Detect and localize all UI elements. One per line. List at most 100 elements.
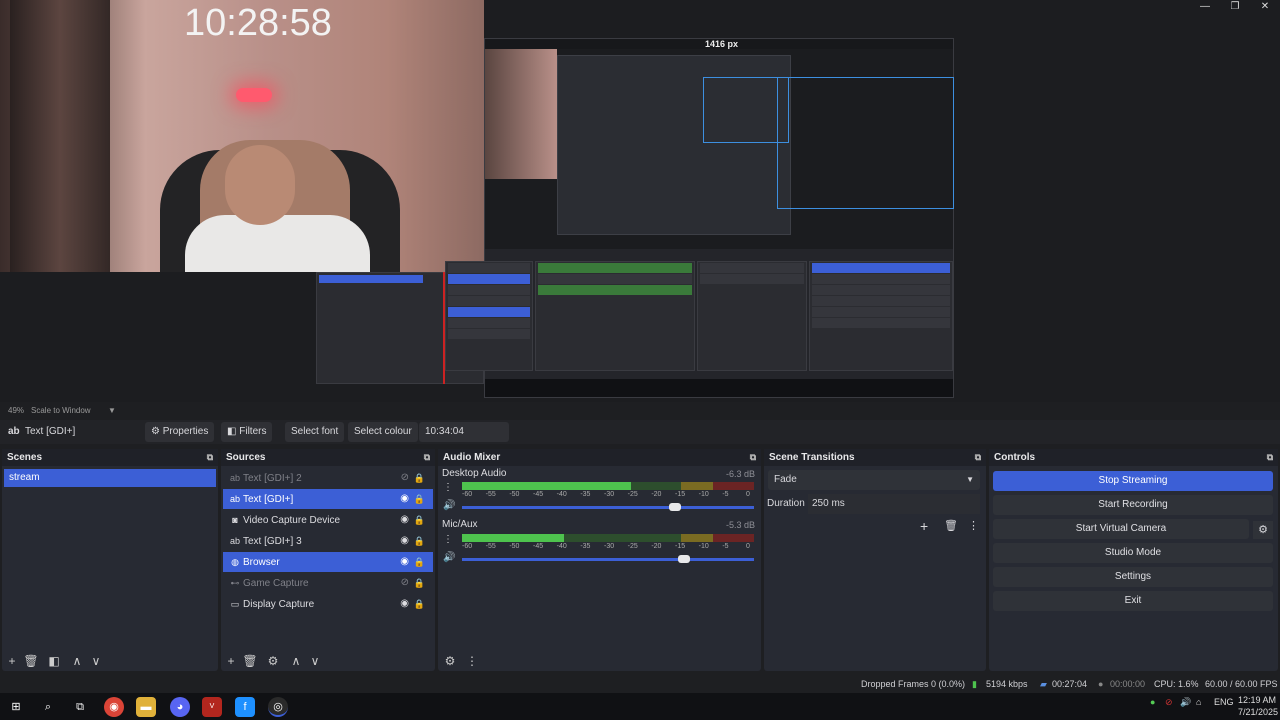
text-value-field[interactable]: 10:34:04 xyxy=(419,422,509,442)
source-item[interactable]: ▭ Display Capture ◉ 🔒 xyxy=(223,594,433,614)
task-view-icon[interactable]: ⧉ xyxy=(70,697,90,717)
close-button[interactable]: ✕ xyxy=(1250,0,1280,14)
trash-icon[interactable]: 🗑 xyxy=(242,653,258,669)
clock-time[interactable]: 12:19 AM xyxy=(1238,695,1276,705)
properties-button[interactable]: ⚙ Properties xyxy=(145,422,215,442)
kebab-menu-icon[interactable]: ⋮ xyxy=(443,482,453,493)
maximize-button[interactable]: ❐ xyxy=(1220,0,1250,14)
popout-icon[interactable]: ⧉ xyxy=(747,451,759,463)
signal-icon: ▮ xyxy=(972,679,977,689)
shield-icon[interactable]: ● xyxy=(1150,697,1155,707)
volume-icon[interactable]: 🔊 xyxy=(443,552,455,563)
meter-tick-label: -35 xyxy=(580,491,591,498)
nested-transitions-dock xyxy=(697,261,807,371)
volume-slider[interactable] xyxy=(462,555,754,563)
source-item[interactable]: ab Text [GDI+] 3 ◉ 🔒 xyxy=(223,531,433,551)
filters-button[interactable]: ◧ Filters xyxy=(221,422,273,442)
gear-icon[interactable]: ⚙ xyxy=(1253,521,1273,539)
popout-icon[interactable]: ⧉ xyxy=(1264,451,1276,463)
scenes-dock: Scenes ⧉ stream + 🗑 ◧ ∧ ∨ xyxy=(2,449,218,671)
exit-button[interactable]: Exit xyxy=(993,591,1273,611)
voicemeeter-icon[interactable]: V xyxy=(202,697,222,717)
text-icon: ab xyxy=(229,536,240,546)
lock-icon[interactable]: 🔒 xyxy=(414,468,425,488)
popout-icon[interactable]: ⧉ xyxy=(972,451,984,463)
f-app-icon[interactable]: f xyxy=(235,697,255,717)
lock-icon[interactable]: 🔒 xyxy=(414,510,425,530)
discord-icon[interactable]: ◕ xyxy=(170,697,190,717)
eye-icon[interactable]: ◉ xyxy=(400,489,409,509)
hidden-eye-icon[interactable]: ⊘ xyxy=(401,468,409,488)
transition-select[interactable]: Fade ▼ xyxy=(768,470,980,490)
zoom-mode-select[interactable]: Scale to Window xyxy=(31,406,91,415)
kebab-menu-icon[interactable]: ⋮ xyxy=(464,653,480,669)
volume-icon[interactable]: 🔊 xyxy=(1180,697,1191,708)
lock-icon[interactable]: 🔒 xyxy=(414,552,425,572)
volume-icon[interactable]: 🔊 xyxy=(443,500,455,511)
move-up-icon[interactable]: ∧ xyxy=(69,653,85,669)
gear-icon[interactable]: ⚙ xyxy=(442,653,458,669)
duration-field[interactable]: 250 ms xyxy=(808,494,980,514)
add-scene-icon[interactable]: + xyxy=(4,653,20,669)
source-item[interactable]: ◙ Video Capture Device ◉ 🔒 xyxy=(223,510,433,530)
obs-icon[interactable]: ◎ xyxy=(268,697,288,717)
settings-button[interactable]: Settings xyxy=(993,567,1273,587)
volume-slider-knob[interactable] xyxy=(669,503,682,511)
volume-slider[interactable] xyxy=(462,503,754,511)
lock-icon[interactable]: 🔒 xyxy=(414,594,425,614)
kebab-menu-icon[interactable]: ⋮ xyxy=(968,519,979,532)
select-font-button[interactable]: Select font xyxy=(285,422,345,442)
network-icon[interactable]: ⌂ xyxy=(1196,697,1201,707)
language-indicator[interactable]: ENG xyxy=(1214,697,1234,707)
preview-canvas[interactable]: 10:28:58 1416 px xyxy=(0,0,1280,402)
nested-sources-dock xyxy=(445,261,533,371)
streamer-head xyxy=(225,145,295,225)
hidden-eye-icon[interactable]: ⊘ xyxy=(401,573,409,593)
file-explorer-icon[interactable]: ▬ xyxy=(136,697,156,717)
windows-start-icon[interactable]: ⊞ xyxy=(6,697,26,717)
move-down-icon[interactable]: ∨ xyxy=(307,653,323,669)
lock-icon[interactable]: 🔒 xyxy=(414,531,425,551)
eye-icon[interactable]: ◉ xyxy=(400,594,409,614)
chevron-down-icon[interactable]: ▼ xyxy=(108,406,116,415)
filter-icon[interactable]: ◧ xyxy=(46,653,62,669)
text-icon: ab xyxy=(229,494,240,504)
source-item[interactable]: ◍ Browser ◉ 🔒 xyxy=(223,552,433,572)
source-item[interactable]: ab Text [GDI+] 2 ⊘ 🔒 xyxy=(223,468,433,488)
eye-icon[interactable]: ◉ xyxy=(400,510,409,530)
start-virtual-camera-button[interactable]: Start Virtual Camera xyxy=(993,519,1249,539)
source-item[interactable]: ⊷ Game Capture ⊘ 🔒 xyxy=(223,573,433,593)
studio-mode-button[interactable]: Studio Mode xyxy=(993,543,1273,563)
scene-item-stream[interactable]: stream xyxy=(4,469,216,487)
eye-icon[interactable]: ◉ xyxy=(400,531,409,551)
move-down-icon[interactable]: ∨ xyxy=(88,653,104,669)
kebab-menu-icon[interactable]: ⋮ xyxy=(443,534,453,545)
search-icon[interactable]: ⌕ xyxy=(38,697,58,717)
gear-icon[interactable]: ⚙ xyxy=(265,653,281,669)
trash-icon[interactable]: 🗑 xyxy=(944,519,958,532)
trash-icon[interactable]: 🗑 xyxy=(23,653,39,669)
popout-icon[interactable]: ⧉ xyxy=(421,451,433,463)
select-colour-button[interactable]: Select colour xyxy=(348,422,418,442)
stop-streaming-button[interactable]: Stop Streaming xyxy=(993,471,1273,491)
volume-slider-knob[interactable] xyxy=(677,555,690,563)
lock-icon[interactable]: 🔒 xyxy=(414,489,425,509)
source-item[interactable]: ab Text [GDI+] ◉ 🔒 xyxy=(223,489,433,509)
source-toolbar: ab Text [GDI+] ⚙ Properties ◧ Filters Se… xyxy=(0,420,1280,444)
clock-date[interactable]: 7/21/2025 xyxy=(1238,707,1278,717)
window-controls: — ❐ ✕ xyxy=(1190,0,1280,14)
nested-mixer-dock xyxy=(535,261,695,371)
vpn-icon[interactable]: ⊘ xyxy=(1165,697,1173,708)
start-recording-button[interactable]: Start Recording xyxy=(993,495,1273,515)
meter-tick-label: -55 xyxy=(485,491,496,498)
add-source-icon[interactable]: + xyxy=(223,653,239,669)
lock-icon[interactable]: 🔒 xyxy=(414,573,425,593)
add-transition-icon[interactable]: + xyxy=(920,518,928,534)
move-up-icon[interactable]: ∧ xyxy=(288,653,304,669)
eye-icon[interactable]: ◉ xyxy=(400,552,409,572)
nested-obs-preview: 1416 px xyxy=(445,38,954,398)
popout-icon[interactable]: ⧉ xyxy=(204,451,216,463)
meter-warning-zone xyxy=(681,534,714,542)
chrome-icon[interactable]: ◉ xyxy=(104,697,124,717)
minimize-button[interactable]: — xyxy=(1190,0,1220,14)
